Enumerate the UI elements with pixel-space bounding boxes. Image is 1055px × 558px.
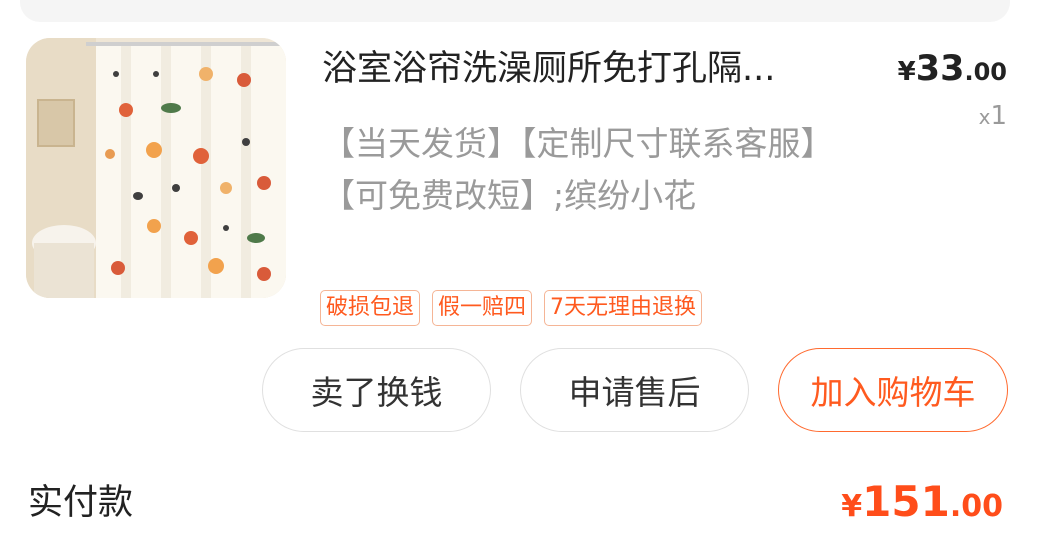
sell-button[interactable]: 卖了换钱: [262, 348, 491, 432]
quantity-prefix: x: [978, 105, 991, 129]
badge-damage-refund: 破损包退: [320, 290, 421, 326]
service-badges: 破损包退 假一赔四 7天无理由退换: [320, 290, 703, 326]
unit-price: ¥33.00: [898, 44, 1007, 97]
total-currency: ¥: [841, 489, 863, 524]
shower-curtain-image: [26, 38, 286, 298]
paid-amount-label: 实付款: [28, 483, 134, 523]
previous-card-edge: [20, 0, 1010, 22]
badge-seven-day-return: 7天无理由退换: [544, 290, 703, 326]
total-decimal: .00: [949, 489, 1003, 524]
product-thumbnail[interactable]: [26, 38, 286, 298]
quantity: x1: [979, 100, 1007, 133]
total-integer: 151: [862, 477, 950, 526]
after-sales-button[interactable]: 申请售后: [520, 348, 749, 432]
price-integer: 33: [915, 49, 965, 89]
paid-amount: ¥151.00: [841, 474, 1003, 535]
price-currency: ¥: [897, 57, 916, 87]
badge-fake-compensation: 假一赔四: [432, 290, 533, 326]
product-title[interactable]: 浴室浴帘洗澡厕所免打孔隔...: [322, 44, 842, 94]
add-to-cart-button[interactable]: 加入购物车: [778, 348, 1008, 432]
product-spec: 【当天发货】【定制尺寸联系客服】【可免费改短】;缤纷小花: [322, 124, 834, 215]
quantity-value: 1: [990, 101, 1007, 131]
price-decimal: .00: [964, 58, 1007, 86]
